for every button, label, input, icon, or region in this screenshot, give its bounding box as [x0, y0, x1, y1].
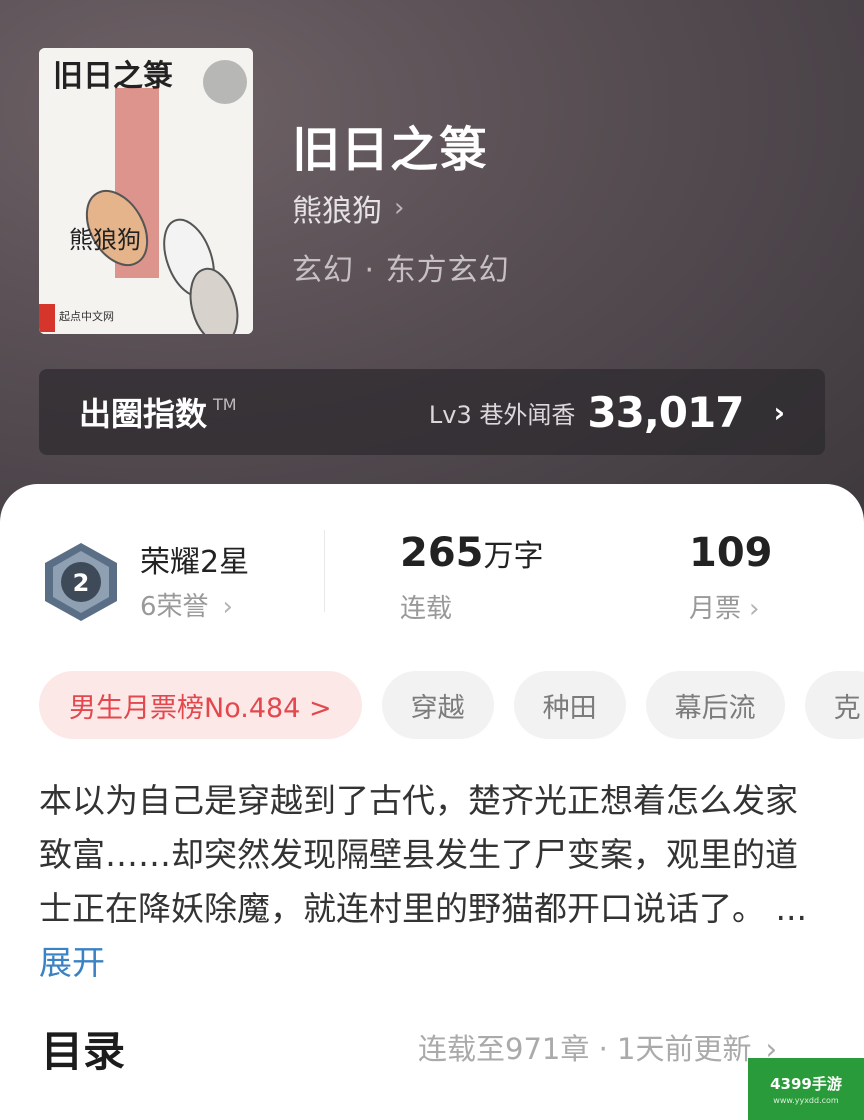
- synopsis-ellipsis: ...: [775, 889, 807, 928]
- influence-label: 出圈指数: [79, 395, 208, 433]
- honor-count: 6荣誉: [140, 592, 209, 622]
- trademark-mark: TM: [213, 395, 237, 414]
- book-synopsis: 本以为自己是穿越到了古代，楚齐光正想着怎么发家致富……却突然发现隔壁县发生了尸变…: [39, 774, 829, 990]
- influence-index-bar[interactable]: 出圈指数 TM Lv3 巷外闻香 33,017 ›: [39, 369, 825, 455]
- tag-chip[interactable]: 幕后流: [645, 671, 785, 739]
- monthly-tickets-link[interactable]: 月票 ›: [689, 588, 759, 625]
- ranking-tag[interactable]: 男生月票榜No.484 >: [39, 671, 362, 739]
- honor-badge-number: 2: [73, 569, 90, 597]
- book-title: 旧日之箓: [292, 122, 489, 178]
- watermark-brand: 4399手游: [770, 1075, 842, 1093]
- watermark-url: www.yyxdd.com: [773, 1096, 839, 1105]
- cover-publisher: 起点中文网: [59, 309, 114, 323]
- word-count: 265万字: [400, 530, 544, 576]
- honor-title: 荣耀2星: [140, 545, 250, 580]
- chevron-right-icon: ›: [749, 594, 760, 624]
- word-count-number: 265: [400, 530, 484, 576]
- expand-link[interactable]: 展开: [39, 943, 105, 982]
- monthly-tickets-label: 月票: [689, 594, 742, 624]
- tag-chip[interactable]: 种田: [513, 671, 626, 739]
- author-name: 熊狼狗: [292, 194, 382, 229]
- monthly-tickets-count: 109: [689, 530, 773, 576]
- author-link[interactable]: 熊狼狗 ›: [292, 186, 404, 230]
- chevron-right-icon: ›: [394, 193, 405, 223]
- tag-list: 男生月票榜No.484 > 穿越 种田 幕后流 克: [39, 671, 864, 739]
- influence-level: Lv3 巷外闻香: [428, 400, 576, 429]
- synopsis-text: 本以为自己是穿越到了古代，楚齐光正想着怎么发家致富……却突然发现隔壁县发生了尸变…: [39, 781, 798, 928]
- tag-chip[interactable]: 克: [804, 671, 864, 739]
- stats-divider: [324, 530, 325, 612]
- site-watermark: 4399手游 www.yyxdd.com: [748, 1058, 864, 1120]
- word-count-unit: 万字: [483, 539, 544, 574]
- honor-badge-icon[interactable]: 2: [41, 541, 121, 623]
- honor-link[interactable]: 6荣誉 ›: [140, 586, 233, 623]
- chevron-right-icon: ›: [222, 592, 233, 622]
- tag-strip: 男生月票榜No.484 > 穿越 种田 幕后流 克: [0, 660, 864, 750]
- book-cover[interactable]: 旧日之箓 熊狼狗 起点中文网: [39, 48, 253, 334]
- toc-status: 连载至971章 · 1天前更新: [418, 1032, 752, 1066]
- toc-link[interactable]: 连载至971章 · 1天前更新 ›: [418, 1026, 777, 1068]
- cover-author-text: 熊狼狗: [69, 226, 141, 254]
- influence-value: 33,017: [587, 387, 744, 437]
- book-genre: 玄幻 · 东方玄幻: [292, 253, 510, 288]
- tag-chip[interactable]: 穿越: [381, 671, 494, 739]
- cover-illustration: 旧日之箓 熊狼狗 起点中文网: [39, 48, 253, 334]
- chevron-right-icon: ›: [773, 395, 785, 429]
- influence-score: Lv3 巷外闻香 33,017 ›: [429, 388, 785, 437]
- toc-title: 目录: [41, 1027, 126, 1076]
- serial-status: 连载: [400, 594, 453, 624]
